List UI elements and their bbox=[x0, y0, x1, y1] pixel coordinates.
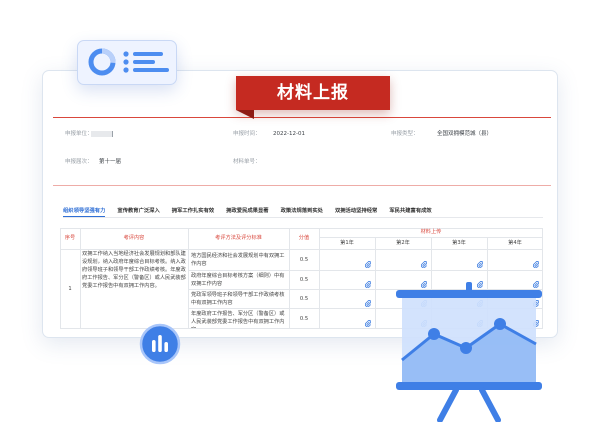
header-content: 考评内容 bbox=[123, 235, 145, 241]
presentation-board-icon bbox=[394, 282, 544, 423]
criteria-3: 党政军领导班子和领导干部工作政绩考核中有双拥工作内容 bbox=[191, 292, 285, 306]
category-tabs: 组织领导坚强有力 宣传教育广泛深入 拥军工作扎实有效 拥政爱民成果显著 政策法规… bbox=[63, 206, 543, 218]
row-content: 双拥工作纳入当地经济社会发展规划和部队建设规划，纳入政府年度综合目标考核。纳入政… bbox=[82, 251, 186, 289]
round-4: 第4年 bbox=[508, 240, 522, 246]
header-index: 序号 bbox=[64, 235, 76, 241]
criteria-2: 政府年度综合目标考核方案（细则）中有双拥工作内容 bbox=[191, 273, 285, 287]
paperclip-icon[interactable] bbox=[365, 292, 372, 308]
tab-civilian-support[interactable]: 拥政爱民成果显著 bbox=[226, 206, 268, 217]
tab-publicity-education[interactable]: 宣传教育广泛深入 bbox=[117, 206, 159, 217]
session-label: 申报届次： bbox=[65, 159, 93, 165]
section-divider bbox=[53, 185, 551, 186]
paperclip-icon[interactable] bbox=[421, 253, 428, 269]
round-2: 第2年 bbox=[396, 240, 410, 246]
tab-joint-construction[interactable]: 军民共建富有成效 bbox=[389, 206, 431, 217]
doc-no-label: 材料单号： bbox=[233, 159, 261, 165]
declarant-value-masked bbox=[91, 131, 113, 137]
criteria-1: 地方国民经济和社会发展规划中有双拥工作内容 bbox=[191, 253, 285, 267]
header-method: 考评方法及评分标准 bbox=[215, 235, 262, 241]
criteria-4: 年度政府工作报告、军分区（警备区）或人民武装部党委工作报告中有双拥工作内容 bbox=[191, 311, 285, 328]
declare-time-value[interactable]: 2022-12-01 bbox=[273, 130, 305, 138]
paperclip-icon[interactable] bbox=[533, 273, 540, 289]
round-1: 第1年 bbox=[340, 240, 354, 246]
row-index: 1 bbox=[68, 286, 72, 292]
paperclip-icon[interactable] bbox=[477, 273, 484, 289]
round-3: 第3年 bbox=[452, 240, 466, 246]
tab-army-support[interactable]: 拥军工作扎实有效 bbox=[172, 206, 214, 217]
tab-organization-leadership[interactable]: 组织领导坚强有力 bbox=[63, 206, 106, 217]
ribbon-fold bbox=[236, 110, 254, 119]
header-upload: 材料上传 bbox=[420, 229, 442, 235]
declarant-label: 申报单位： bbox=[65, 131, 93, 137]
bar-stats-icon bbox=[138, 322, 182, 366]
paperclip-icon[interactable] bbox=[477, 253, 484, 269]
declare-time-label: 申报时间： bbox=[233, 131, 261, 137]
category-label: 申报类型： bbox=[391, 131, 419, 137]
tab-policy-regulations[interactable]: 政策法规落到实处 bbox=[281, 206, 323, 217]
score-1: 0.5 bbox=[299, 257, 309, 263]
header-score: 分值 bbox=[298, 235, 310, 241]
profile-card-icon bbox=[77, 40, 177, 85]
paperclip-icon[interactable] bbox=[533, 253, 540, 269]
paperclip-icon[interactable] bbox=[365, 253, 372, 269]
paperclip-icon[interactable] bbox=[421, 273, 428, 289]
score-4: 0.5 bbox=[299, 316, 309, 322]
category-value[interactable]: 全国双拥模范城（县） bbox=[437, 130, 492, 138]
session-value[interactable]: 第十一届 bbox=[99, 158, 121, 166]
tab-regular-activities[interactable]: 双拥活动坚持经常 bbox=[335, 206, 377, 217]
paperclip-icon[interactable] bbox=[365, 273, 372, 289]
score-3: 0.5 bbox=[299, 296, 309, 302]
report-ribbon: 材料上报 bbox=[236, 76, 390, 110]
paperclip-icon[interactable] bbox=[365, 312, 372, 328]
header-divider bbox=[53, 117, 551, 118]
score-2: 0.5 bbox=[299, 277, 309, 283]
